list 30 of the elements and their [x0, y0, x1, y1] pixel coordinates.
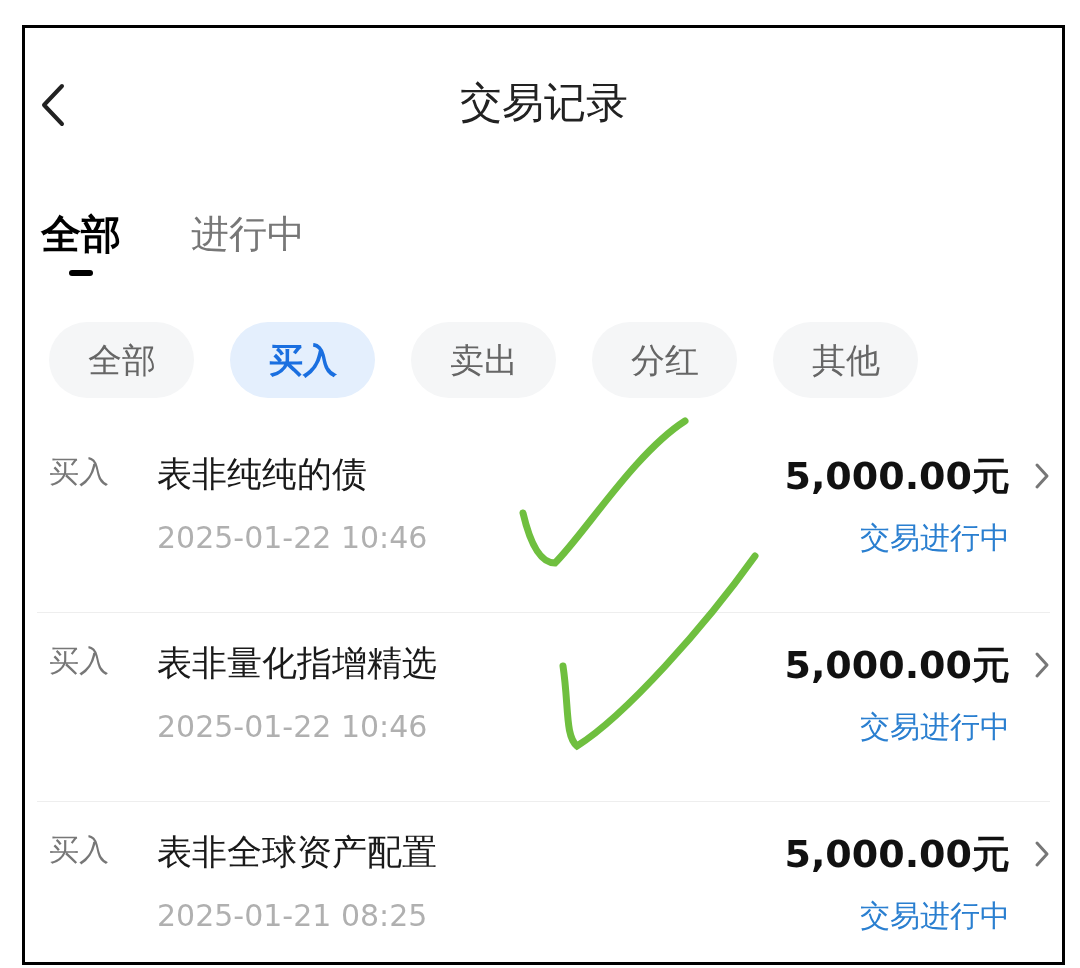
record-row[interactable]: 买入 表非全球资产配置 2025-01-21 08:25 5,000.00元 交易进行中	[37, 802, 1050, 962]
record-type: 买入	[48, 831, 110, 869]
filter-chip[interactable]: 全部	[49, 322, 194, 398]
status-text: 交易进行中	[860, 519, 1010, 557]
record-row[interactable]: 买入 表非量化指增精选 2025-01-22 10:46 5,000.00元 交易进行中	[37, 613, 1050, 802]
record-type: 买入	[48, 453, 110, 491]
chevron-right-icon	[1034, 462, 1050, 490]
record-time: 2025-01-22 10:46	[157, 708, 429, 746]
filter-chip[interactable]: 卖出	[411, 322, 556, 398]
fund-name: 表非全球资产配置	[157, 831, 438, 874]
record-time: 2025-01-21 08:25	[157, 897, 429, 935]
filter-chip[interactable]: 其他	[773, 322, 918, 398]
status-text: 交易进行中	[860, 897, 1010, 935]
filter-chip[interactable]: 分红	[592, 322, 737, 398]
amount: 5,000.00元	[784, 453, 1010, 500]
fund-name: 表非纯纯的债	[157, 453, 368, 496]
status-text: 交易进行中	[860, 708, 1010, 746]
tab[interactable]: 进行中	[191, 206, 305, 276]
record-row[interactable]: 买入 表非纯纯的债 2025-01-22 10:46 5,000.00元 交易进行中	[37, 424, 1050, 613]
fund-name: 表非量化指增精选	[157, 642, 438, 685]
amount: 5,000.00元	[784, 642, 1010, 689]
amount: 5,000.00元	[784, 831, 1010, 878]
tab[interactable]: 全部	[41, 206, 121, 276]
record-time: 2025-01-22 10:46	[157, 519, 429, 557]
back-icon	[40, 83, 66, 127]
chevron-right-icon	[1034, 651, 1050, 679]
page-title: 交易记录	[459, 76, 628, 129]
chevron-right-icon	[1034, 840, 1050, 868]
filter-chip[interactable]: 买入	[230, 322, 375, 398]
record-type: 买入	[48, 642, 110, 680]
